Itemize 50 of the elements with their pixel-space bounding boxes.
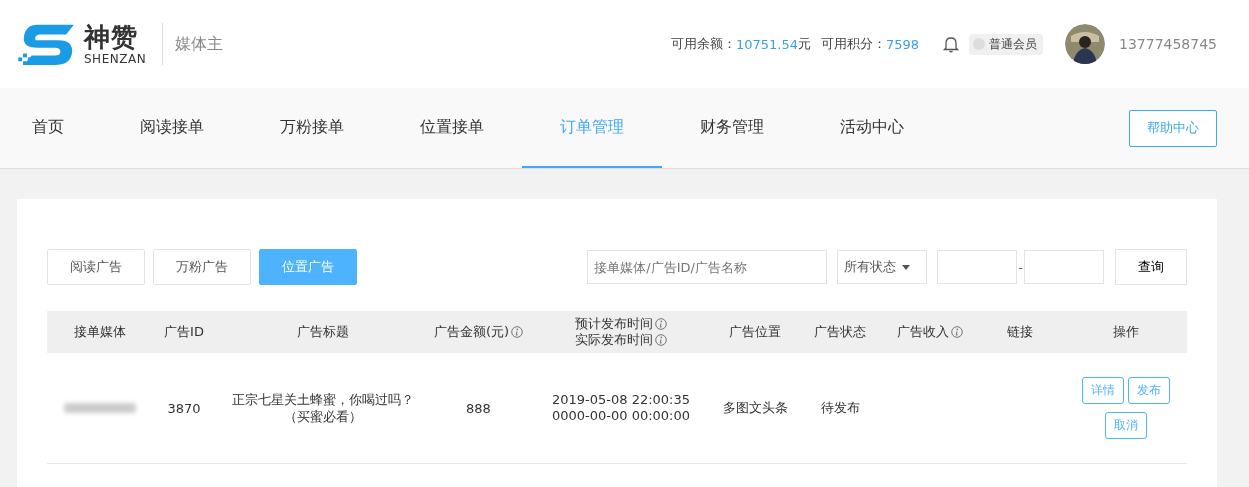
info-icon (951, 326, 963, 338)
bell-icon[interactable] (943, 35, 959, 53)
logo-subtitle: SHENZAN (84, 52, 147, 66)
column-header: 操作 (1113, 324, 1139, 340)
table-cell: 待发布 (820, 399, 860, 417)
column-header: 广告状态 (814, 324, 866, 340)
role-label: 媒体主 (162, 23, 224, 65)
search-field[interactable]: 接单媒体/广告ID/广告名称 (587, 250, 828, 284)
info-icon (655, 318, 667, 330)
column-header: 广告标题 (296, 324, 349, 340)
balance-unit: 元 (797, 35, 811, 53)
column-header: 预计发布时间 (575, 316, 653, 332)
table-cell-text: 正宗七星关土蜂蜜，你喝过吗？（买蜜必看） (230, 391, 415, 425)
nav-tab[interactable]: 活动中心 (802, 88, 942, 168)
balance-value: 10751.54 (735, 36, 798, 52)
column-header: 广告金额(元) (433, 324, 510, 340)
column-header: 广告收入 (897, 324, 949, 340)
caret-icon (902, 264, 911, 270)
avatar[interactable] (1065, 24, 1105, 64)
info-icon (655, 334, 667, 346)
ad-type-tab[interactable]: 阅读广告 (47, 249, 145, 285)
table-cell: 2019-05-08 22:00:35 (551, 392, 691, 408)
nav-tab[interactable]: 财务管理 (662, 88, 802, 168)
column-header: 接单媒体 (74, 324, 126, 340)
nav-tab[interactable]: 万粉接单 (242, 88, 382, 168)
points-label: 可用积分： (820, 35, 886, 53)
balance-label: 可用余额： (670, 35, 736, 53)
column-header: 广告ID (164, 324, 204, 340)
query-button[interactable]: 查询 (1115, 249, 1187, 285)
logo-title: 神赞 (84, 22, 139, 52)
table-cell: 3870 (167, 400, 201, 416)
date-separator: - (1018, 259, 1023, 275)
status-dropdown[interactable]: 所有状态 (837, 250, 928, 284)
table-cell: 0000-00-00 00:00:00 (551, 408, 691, 424)
ad-type-tab[interactable]: 万粉广告 (153, 249, 251, 285)
phone-number: 13777458745 (1119, 36, 1217, 52)
column-header: 实际发布时间 (575, 332, 653, 348)
column-header: 链接 (1007, 324, 1033, 340)
column-header: 广告位置 (729, 324, 781, 340)
info-icon (511, 326, 524, 338)
nav-tab[interactable]: 首页 (32, 88, 102, 168)
end-date-field[interactable] (1024, 250, 1104, 284)
nav-tab[interactable]: 位置接单 (382, 88, 522, 168)
nav-tab[interactable]: 阅读接单 (102, 88, 242, 168)
redacted-media-name (64, 403, 136, 413)
table-cell: 多图文头条 (722, 399, 788, 417)
membership-badge: 普通会员 (969, 33, 1043, 55)
start-date-field[interactable] (937, 250, 1018, 284)
points-value: 7598 (885, 36, 919, 52)
table-cell: 888 (466, 400, 491, 416)
